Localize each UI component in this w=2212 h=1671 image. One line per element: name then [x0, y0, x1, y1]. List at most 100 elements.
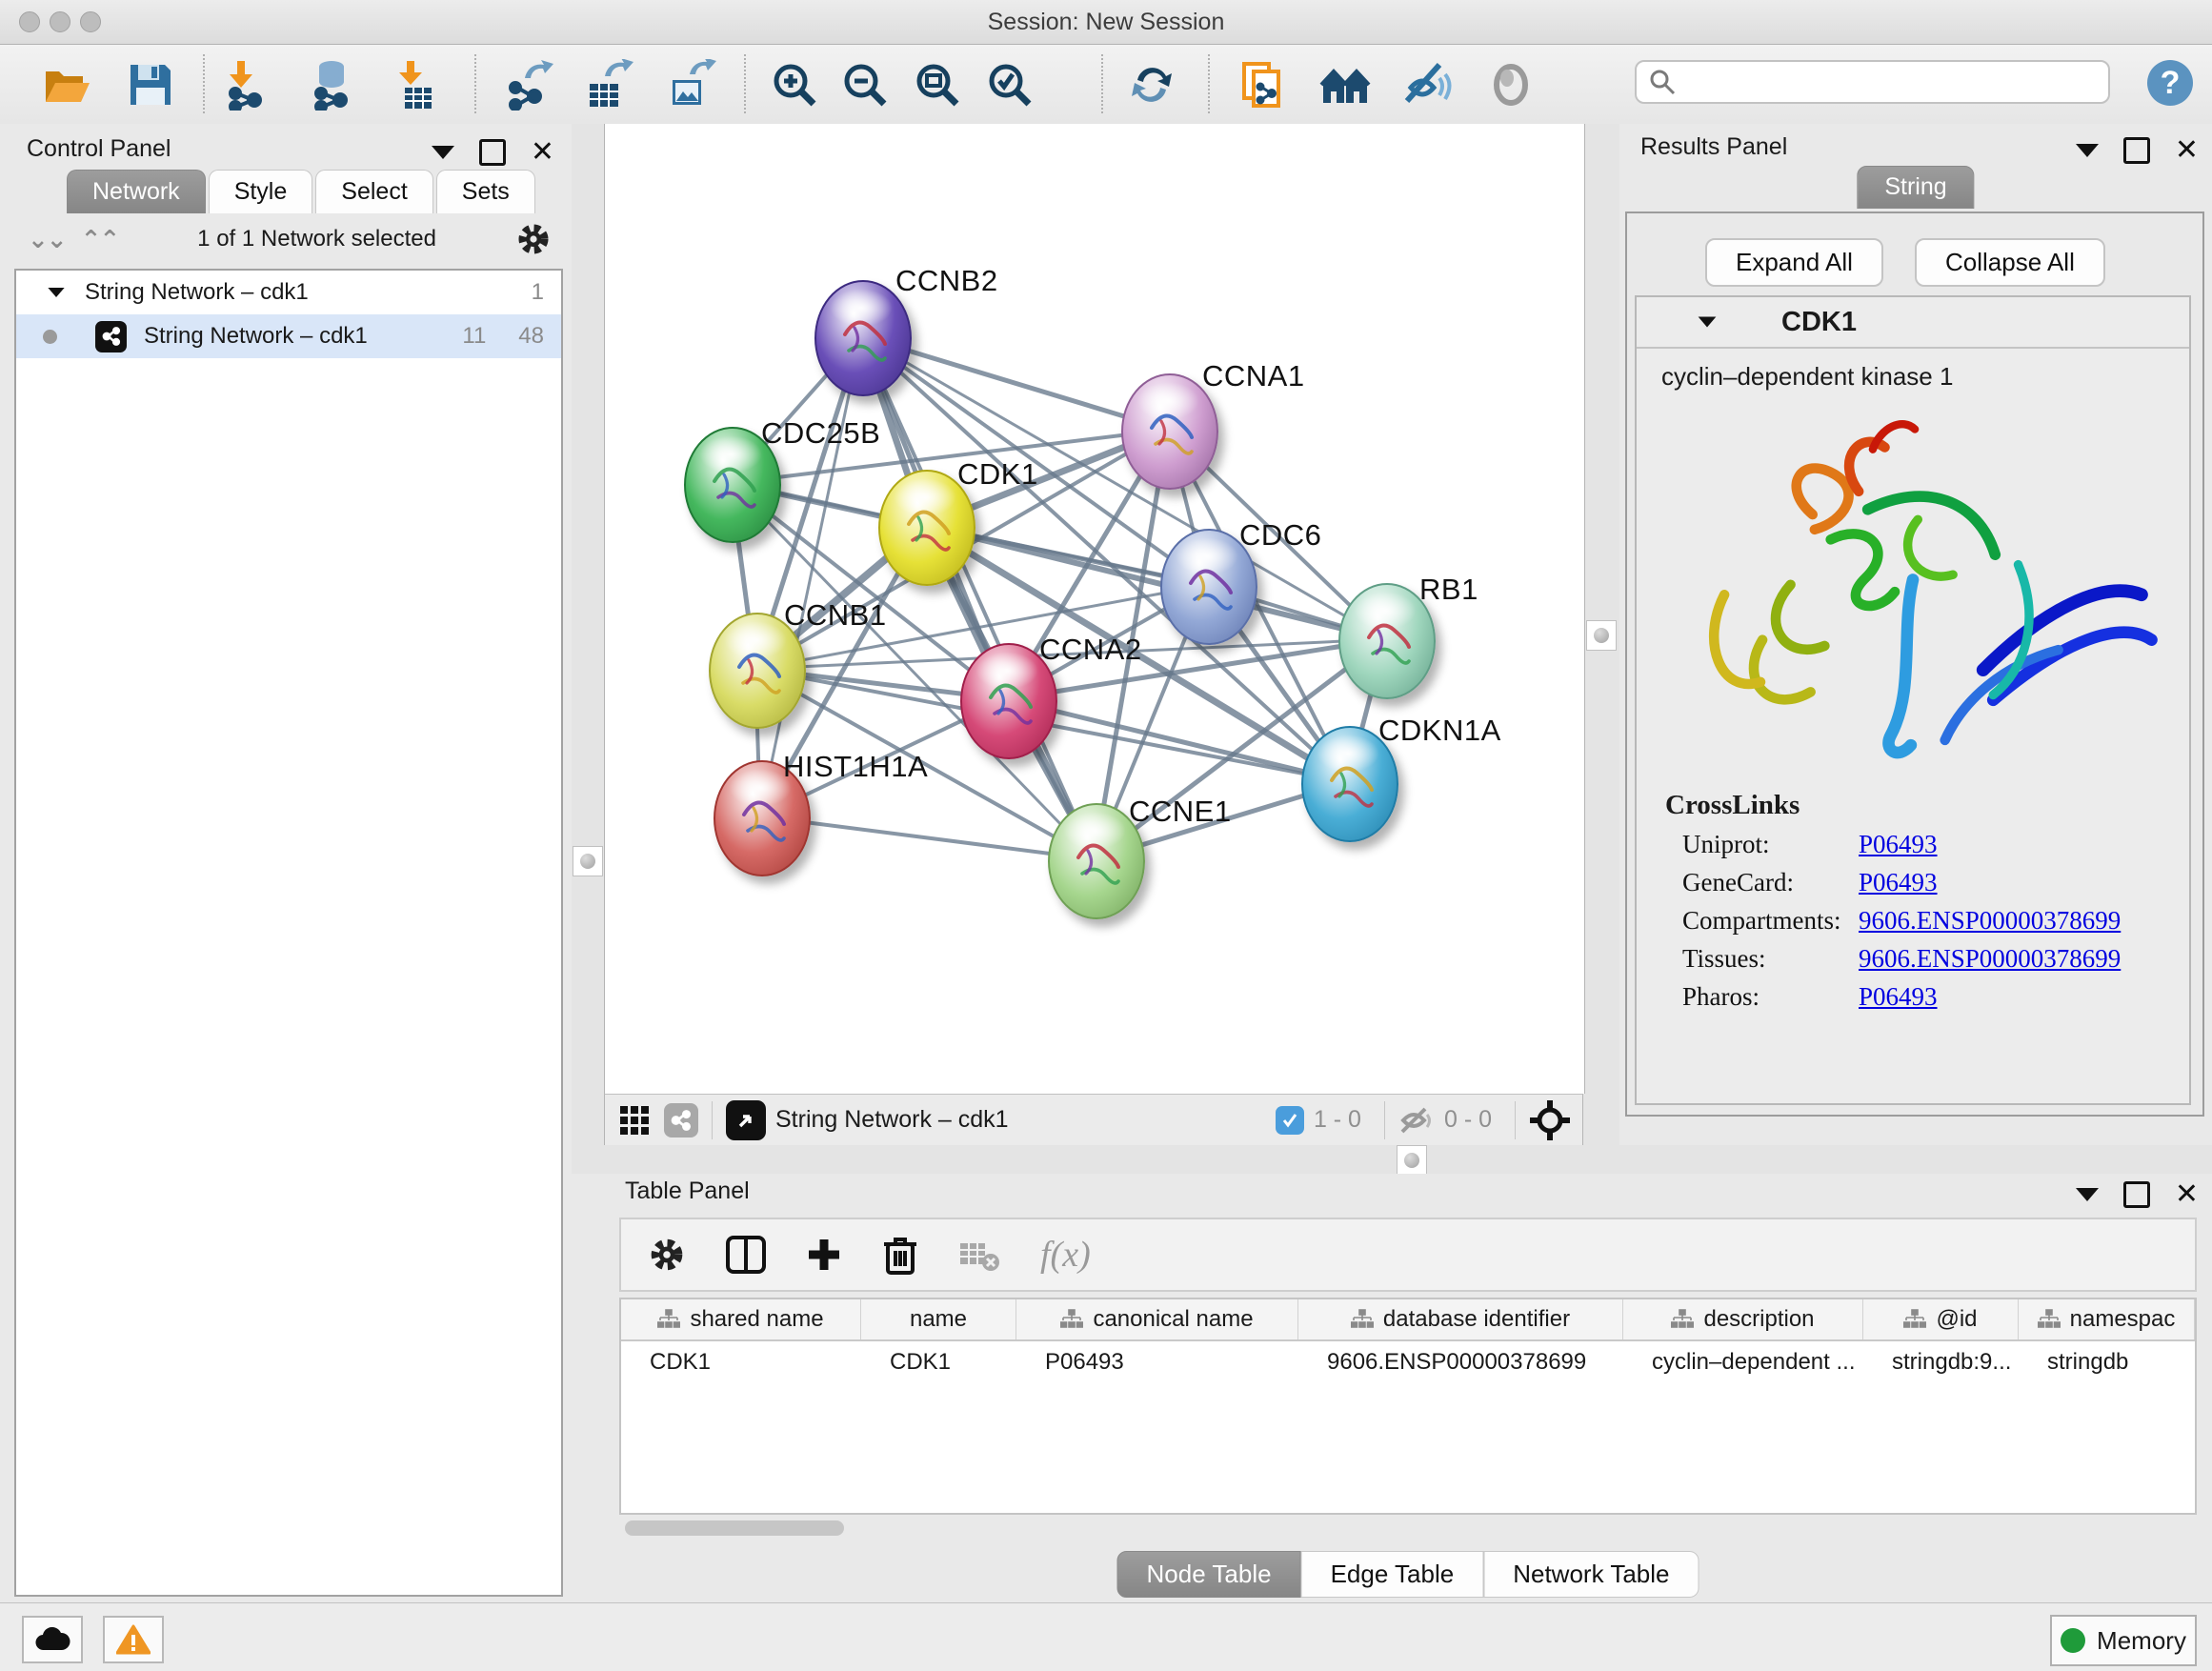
column-header[interactable]: shared name: [621, 1299, 861, 1339]
crosslink-link[interactable]: P06493: [1859, 868, 1938, 897]
collapse-all-button[interactable]: Collapse All: [1915, 238, 2105, 287]
zoom-fit-icon[interactable]: [911, 58, 964, 111]
zoom-selected-icon[interactable]: [983, 58, 1036, 111]
import-network-database-icon[interactable]: [305, 58, 358, 111]
tab-sets[interactable]: Sets: [436, 170, 535, 213]
fit-content-crosshair-icon[interactable]: [1529, 1099, 1571, 1141]
warnings-button[interactable]: [103, 1616, 164, 1663]
search-box[interactable]: [1635, 60, 2110, 104]
help-icon[interactable]: ?: [2145, 58, 2195, 112]
right-splitter-handle[interactable]: [1586, 620, 1617, 651]
network-node[interactable]: CCNB2: [814, 280, 912, 396]
table-row[interactable]: CDK1CDK1P064939606.ENSP00000378699cyclin…: [621, 1341, 2195, 1383]
network-node[interactable]: CDC25B: [684, 427, 781, 543]
column-header[interactable]: canonical name: [1016, 1299, 1298, 1339]
tab-network[interactable]: Network: [67, 170, 206, 213]
network-options-gear-icon[interactable]: [515, 221, 552, 257]
tab-node-table[interactable]: Node Table: [1117, 1551, 1301, 1598]
import-table-file-icon[interactable]: [391, 58, 444, 111]
expand-all-icon[interactable]: ⌃⌃: [81, 225, 119, 254]
network-edge[interactable]: [760, 336, 861, 816]
left-splitter[interactable]: [572, 124, 604, 1174]
network-node[interactable]: CCNA2: [960, 643, 1057, 759]
left-splitter-handle[interactable]: [573, 846, 603, 876]
right-splitter[interactable]: [1583, 124, 1619, 1174]
birdseye-view-icon[interactable]: [726, 1100, 766, 1140]
network-node[interactable]: CCNE1: [1048, 803, 1145, 919]
search-input[interactable]: [1677, 68, 2081, 96]
maximize-panel-icon[interactable]: [2123, 137, 2150, 164]
expand-all-button[interactable]: Expand All: [1705, 238, 1883, 287]
maximize-panel-icon[interactable]: [479, 139, 506, 166]
crosslink-link[interactable]: P06493: [1859, 982, 1938, 1012]
network-node[interactable]: CDKN1A: [1301, 726, 1398, 842]
column-header[interactable]: description: [1623, 1299, 1863, 1339]
network-node[interactable]: CCNA1: [1121, 373, 1218, 490]
delete-column-icon[interactable]: [882, 1235, 918, 1275]
save-session-icon[interactable]: [124, 58, 177, 111]
column-header[interactable]: @id: [1863, 1299, 2019, 1339]
export-network-icon[interactable]: [503, 58, 556, 111]
network-node[interactable]: HIST1H1A: [714, 760, 811, 876]
network-node[interactable]: RB1: [1338, 583, 1436, 699]
crosslink-link[interactable]: P06493: [1859, 830, 1938, 859]
table-horizontal-scrollbar[interactable]: [625, 1520, 844, 1536]
open-session-icon[interactable]: [40, 58, 93, 111]
import-network-file-icon[interactable]: [221, 58, 274, 111]
memory-button[interactable]: Memory: [2050, 1615, 2197, 1666]
hide-selected-icon[interactable]: [1400, 58, 1454, 111]
node-result-header[interactable]: CDK1: [1637, 297, 2189, 349]
first-neighbors-icon[interactable]: [1318, 58, 1372, 111]
tab-network-table[interactable]: Network Table: [1483, 1551, 1699, 1598]
table-cell[interactable]: cyclin–dependent ...: [1623, 1341, 1863, 1383]
table-cell[interactable]: CDK1: [621, 1341, 861, 1383]
tab-string[interactable]: String: [1857, 166, 1974, 209]
column-header[interactable]: name: [861, 1299, 1016, 1339]
show-columns-icon[interactable]: [726, 1236, 766, 1274]
network-collection-row[interactable]: String Network – cdk1 1: [16, 271, 561, 314]
network-row[interactable]: String Network – cdk1 11 48: [16, 314, 561, 358]
network-node[interactable]: CDK1: [878, 470, 975, 586]
refresh-icon[interactable]: [1125, 58, 1178, 111]
crosslink-link[interactable]: 9606.ENSP00000378699: [1859, 906, 2121, 936]
network-node[interactable]: CDC6: [1160, 529, 1257, 645]
float-panel-icon[interactable]: [432, 146, 454, 159]
maximize-panel-icon[interactable]: [2123, 1181, 2150, 1208]
float-panel-icon[interactable]: [2076, 144, 2099, 157]
collapse-all-icon[interactable]: ⌄⌄: [28, 225, 66, 254]
collection-expander-icon[interactable]: [48, 288, 64, 297]
table-cell[interactable]: 9606.ENSP00000378699: [1298, 1341, 1623, 1383]
tab-edge-table[interactable]: Edge Table: [1301, 1551, 1484, 1598]
add-column-icon[interactable]: [806, 1237, 842, 1273]
zoom-out-icon[interactable]: [838, 58, 892, 111]
collapse-entry-icon[interactable]: [1699, 317, 1717, 328]
float-panel-icon[interactable]: [2076, 1188, 2099, 1201]
crosslink-link[interactable]: 9606.ENSP00000378699: [1859, 944, 2121, 974]
cloud-status-button[interactable]: [22, 1616, 83, 1663]
grid-view-icon[interactable]: [618, 1104, 651, 1137]
node-table: shared namenamecanonical namedatabase id…: [619, 1298, 2197, 1515]
close-panel-icon[interactable]: ✕: [2175, 1184, 2199, 1205]
table-cell[interactable]: CDK1: [861, 1341, 1016, 1383]
table-cell[interactable]: P06493: [1016, 1341, 1298, 1383]
horizontal-splitter-handle[interactable]: [1397, 1145, 1427, 1176]
table-cell[interactable]: stringdb:9...: [1863, 1341, 2019, 1383]
copy-style-icon[interactable]: [1237, 58, 1290, 111]
close-panel-icon[interactable]: ✕: [2175, 140, 2199, 161]
column-header[interactable]: database identifier: [1298, 1299, 1623, 1339]
table-options-gear-icon[interactable]: [648, 1236, 686, 1274]
selected-checkbox-icon[interactable]: [1276, 1106, 1304, 1135]
horizontal-splitter[interactable]: [604, 1145, 2212, 1174]
export-image-icon[interactable]: [664, 58, 717, 111]
network-view-type-icon[interactable]: [664, 1103, 698, 1137]
network-canvas[interactable]: CCNB2 CCNA1 CDC25B CDK1 CDC6: [604, 124, 1585, 1094]
close-panel-icon[interactable]: ✕: [531, 142, 554, 163]
tab-style[interactable]: Style: [209, 170, 313, 213]
show-all-icon[interactable]: [1484, 58, 1538, 111]
zoom-in-icon[interactable]: [768, 58, 821, 111]
export-table-icon[interactable]: [581, 58, 634, 111]
tab-select[interactable]: Select: [315, 170, 432, 213]
column-header[interactable]: namespac: [2019, 1299, 2195, 1339]
table-cell[interactable]: stringdb: [2019, 1341, 2195, 1383]
network-node[interactable]: CCNB1: [709, 613, 806, 729]
